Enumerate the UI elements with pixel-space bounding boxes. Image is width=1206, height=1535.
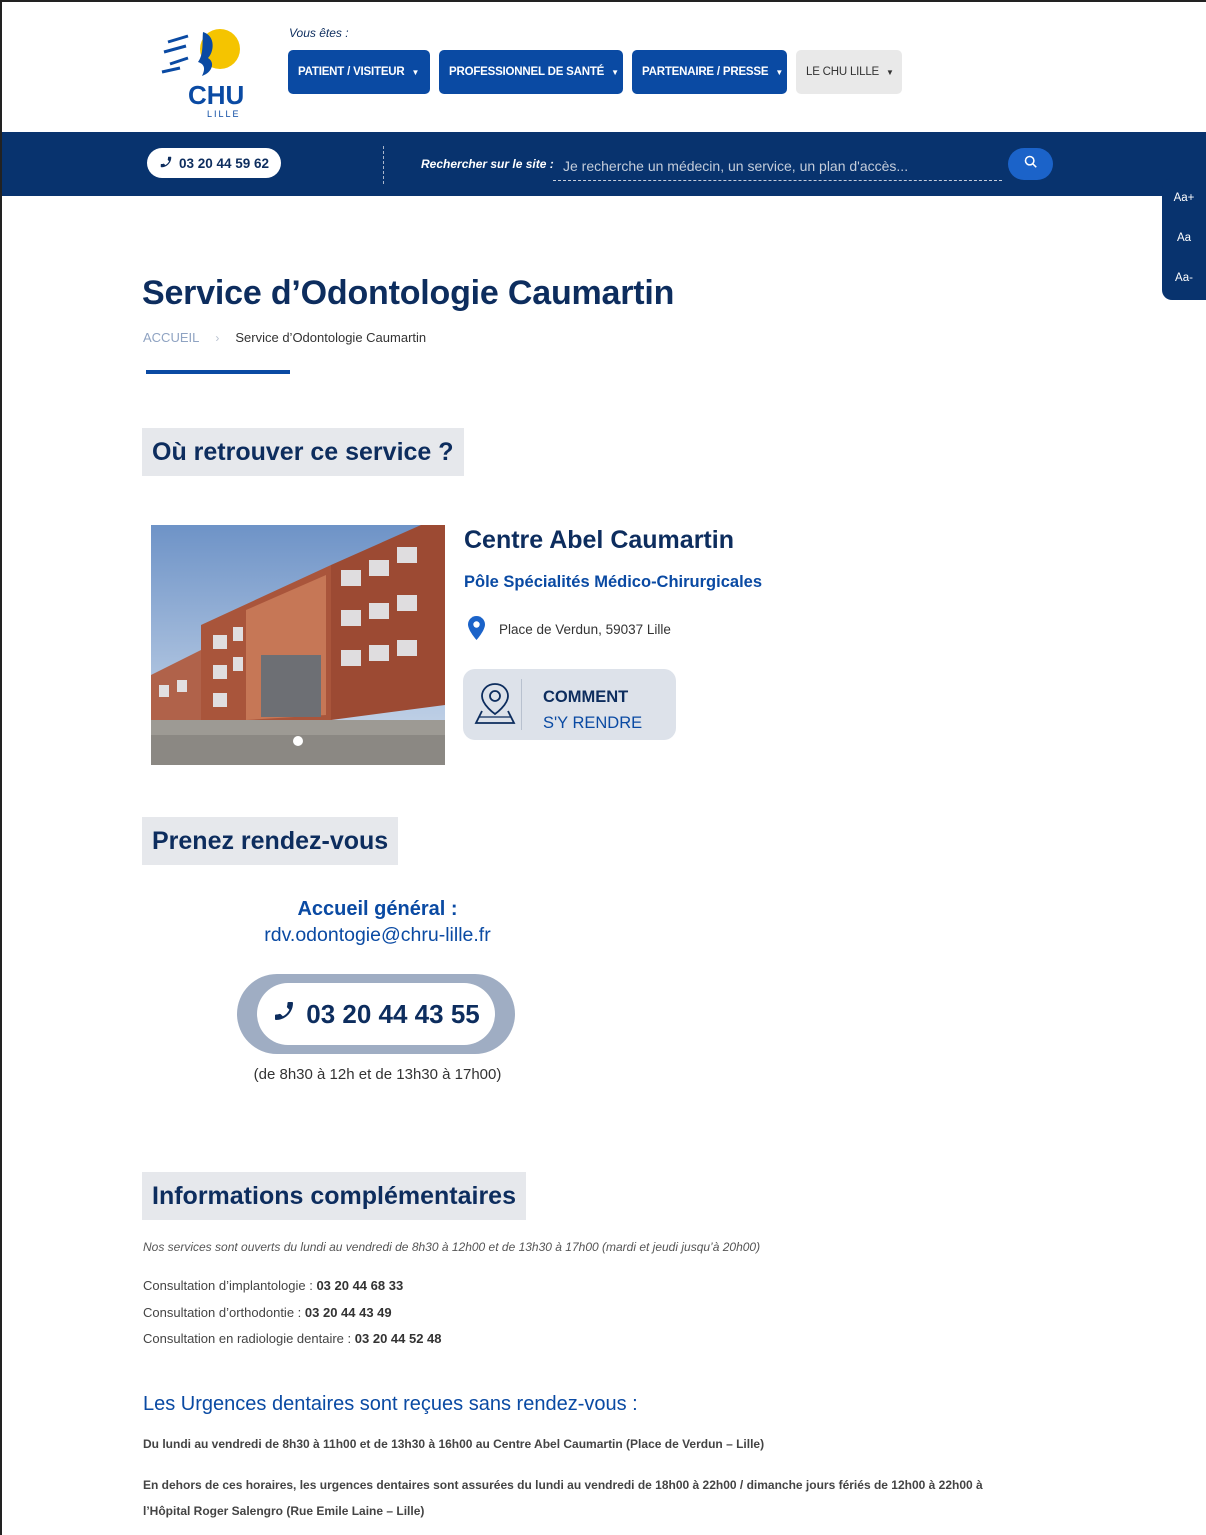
accueil-email-link[interactable]: rdv.odontogie@chru-lille.fr (230, 924, 525, 947)
info-heading: Informations complémentaires (142, 1172, 526, 1220)
nav-partenaire-presse[interactable]: PARTENAIRE / PRESSE ▼ (632, 50, 787, 94)
chu-lille-logo[interactable]: CHU LILLE (158, 24, 258, 119)
consultation-phone: 03 20 44 68 33 (316, 1278, 404, 1293)
phone-icon (159, 155, 173, 172)
font-normal-button[interactable]: Aa (1162, 218, 1206, 258)
font-size-controls: Aa+ Aa Aa- (1162, 178, 1206, 300)
location-heading: Où retrouver ce service ? (142, 428, 464, 476)
nav-label: PATIENT / VISITEUR (298, 66, 405, 78)
font-increase-button[interactable]: Aa+ (1162, 178, 1206, 218)
urgences-after-hours: En dehors de ces horaires, les urgences … (143, 1478, 983, 1492)
nav-le-chu-lille[interactable]: LE CHU LILLE ▼ (796, 50, 902, 94)
rdv-phone-inner: 03 20 44 43 55 (257, 983, 495, 1045)
address: Place de Verdun, 59037 Lille (468, 616, 671, 643)
caret-down-icon: ▼ (411, 67, 420, 77)
font-decrease-button[interactable]: Aa- (1162, 258, 1206, 298)
search-button[interactable] (1008, 148, 1053, 180)
map-pin-icon (468, 616, 485, 643)
caret-down-icon: ▼ (886, 67, 894, 77)
directions-line2: S'Y RENDRE (543, 714, 643, 732)
divider (383, 146, 384, 184)
nav-label: PARTENAIRE / PRESSE (642, 66, 769, 78)
search-label: Rechercher sur le site : (421, 157, 554, 171)
opening-hours-note: Nos services sont ouverts du lundi au ve… (143, 1240, 761, 1254)
breadcrumb-current: Service d’Odontologie Caumartin (235, 330, 427, 345)
building-photo[interactable] (151, 525, 445, 765)
consultation-phone: 03 20 44 43 49 (304, 1305, 392, 1320)
caret-down-icon: ▼ (611, 67, 619, 77)
directions-button[interactable]: COMMENT S'Y RENDRE (463, 669, 676, 740)
map-directions-icon (473, 681, 517, 727)
nav-label: PROFESSIONNEL DE SANTÉ (449, 66, 605, 78)
rdv-hours: (de 8h30 à 12h et de 13h30 à 17h00) (253, 1066, 502, 1083)
page-title: Service d’Odontologie Caumartin (142, 274, 675, 312)
logo-text: CHU (188, 80, 244, 110)
title-underline (146, 370, 290, 374)
consultation-phone: 03 20 44 52 48 (354, 1331, 442, 1346)
site-name: Centre Abel Caumartin (464, 526, 734, 554)
breadcrumb: ACCUEIL › Service d’Odontologie Caumarti… (143, 330, 426, 345)
site-header: CHU LILLE Vous êtes : PATIENT / VISITEUR… (0, 0, 1206, 132)
nav-label: LE CHU LILLE (806, 66, 880, 78)
nav-professionnel-sante[interactable]: PROFESSIONNEL DE SANTÉ ▼ (439, 50, 623, 94)
urgences-hours: Du lundi au vendredi de 8h30 à 11h00 et … (143, 1437, 765, 1451)
breadcrumb-home-link[interactable]: ACCUEIL (143, 330, 199, 345)
search-icon (1024, 155, 1038, 174)
logo-subtext: LILLE (207, 109, 241, 119)
rdv-phone-button[interactable]: 03 20 44 43 55 (237, 974, 515, 1054)
breadcrumb-separator: › (215, 330, 220, 345)
consultation-label: Consultation en radiologie dentaire : (143, 1331, 355, 1346)
rdv-phone-number: 03 20 44 43 55 (306, 998, 480, 1029)
audience-nav: PATIENT / VISITEUR ▼ PROFESSIONNEL DE SAN… (288, 50, 902, 94)
consultation-label: Consultation d’implantologie : (143, 1278, 317, 1293)
rdv-heading: Prenez rendez-vous (142, 817, 399, 865)
accueil-title: Accueil général : (297, 898, 458, 920)
consultation-orthodontie: Consultation d’orthodontie : 03 20 44 43… (143, 1305, 392, 1320)
header-phone-button[interactable]: 03 20 44 59 62 (147, 148, 281, 178)
caret-down-icon: ▼ (775, 67, 784, 77)
directions-line1: COMMENT (543, 688, 629, 706)
consultation-radiologie: Consultation en radiologie dentaire : 03… (143, 1331, 442, 1346)
carousel-dot[interactable] (293, 736, 303, 746)
phone-icon (272, 999, 296, 1030)
address-text: Place de Verdun, 59037 Lille (499, 622, 671, 637)
pole-link[interactable]: Pôle Spécialités Médico-Chirurgicales (464, 573, 762, 592)
consultation-label: Consultation d’orthodontie : (143, 1305, 305, 1320)
nav-patient-visiteur[interactable]: PATIENT / VISITEUR ▼ (288, 50, 430, 94)
search-bar: 03 20 44 59 62 Rechercher sur le site : (0, 132, 1206, 196)
site-search-input[interactable] (553, 151, 1002, 181)
urgences-title: Les Urgences dentaires sont reçues sans … (143, 1393, 638, 1415)
divider (521, 679, 522, 730)
consultation-implantologie: Consultation d’implantologie : 03 20 44 … (143, 1278, 403, 1293)
vous-etes-label: Vous êtes : (289, 26, 349, 40)
header-phone-number: 03 20 44 59 62 (178, 155, 270, 171)
urgences-location: l’Hôpital Roger Salengro (Rue Emile Lain… (143, 1504, 425, 1518)
